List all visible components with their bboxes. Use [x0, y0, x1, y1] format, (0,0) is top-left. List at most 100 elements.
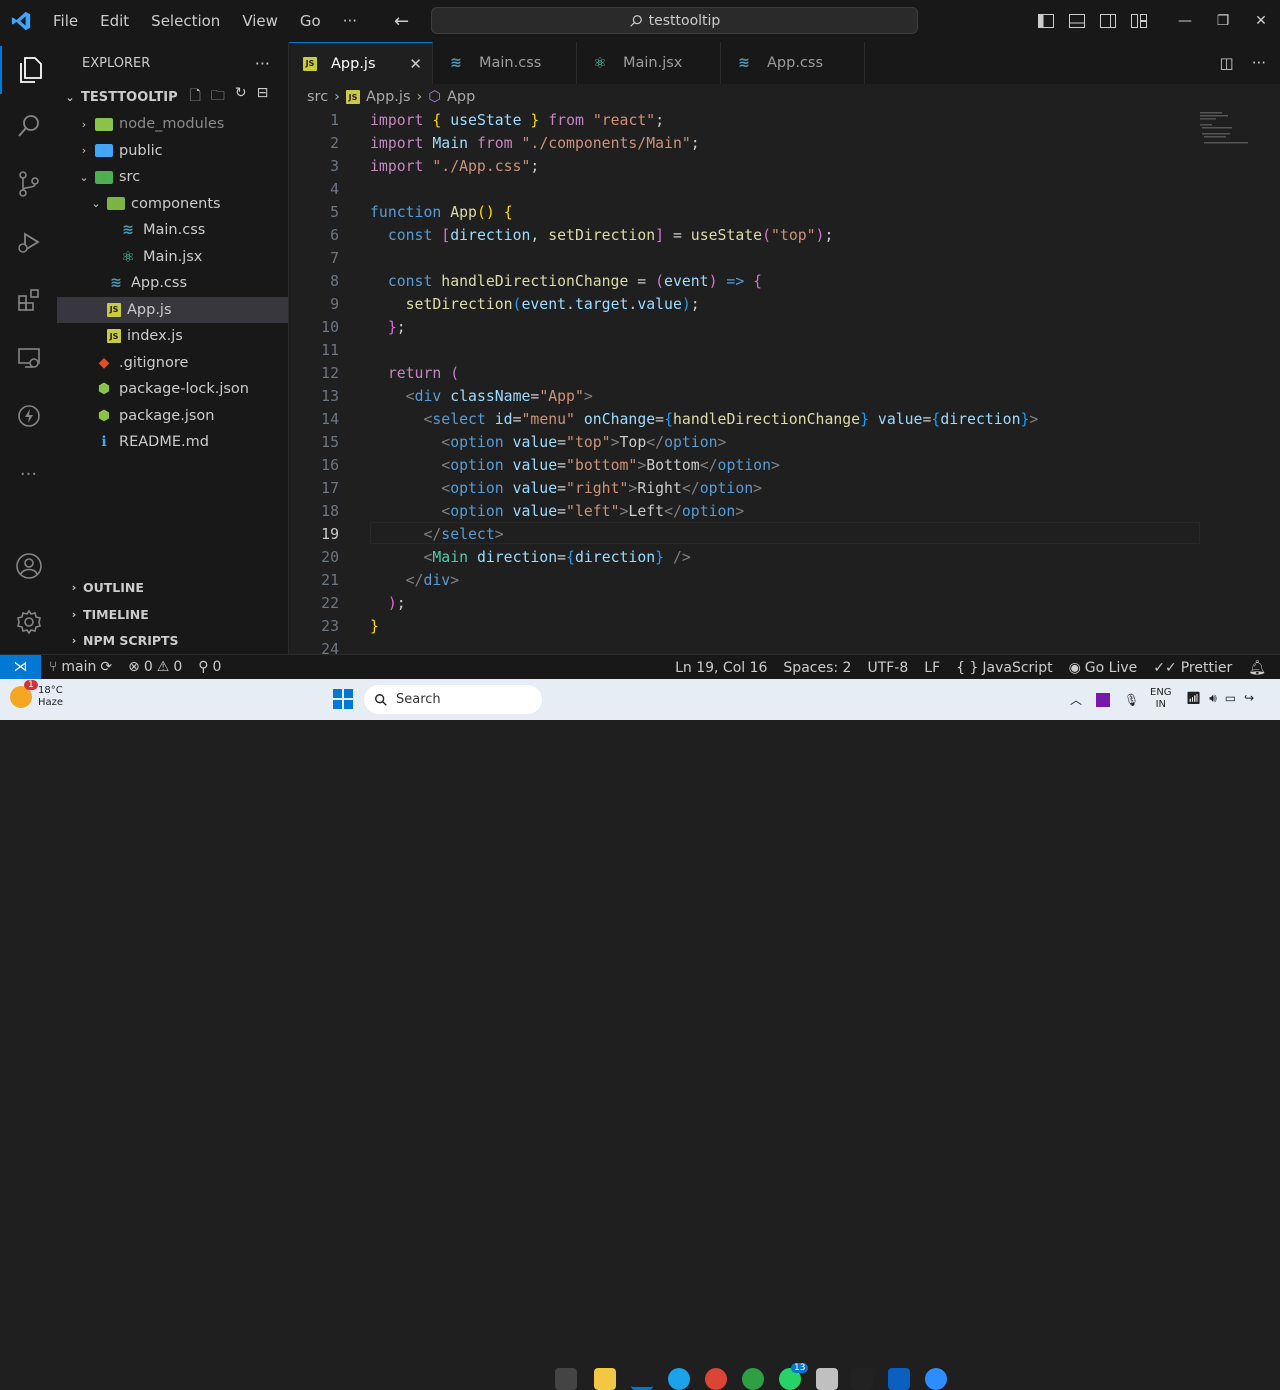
tree-item[interactable]: ⌄ src [57, 164, 288, 190]
wifi-icon[interactable]: 📶︎ [1186, 691, 1201, 706]
settings-app-icon[interactable] [816, 1368, 838, 1390]
tree-item[interactable]: ≋ App.css [57, 270, 288, 296]
terminal-icon[interactable] [851, 1368, 873, 1390]
tree-item[interactable]: ⬢ package.json [57, 403, 288, 429]
menu-file[interactable]: File [42, 12, 89, 30]
whatsapp-icon[interactable]: 13 [779, 1363, 809, 1390]
extensions-icon[interactable] [0, 276, 57, 324]
npm-scripts-section[interactable]: › NPM SCRIPTS [57, 627, 288, 653]
input-language[interactable]: ENG IN [1150, 687, 1172, 711]
tree-item[interactable]: › node_modules [57, 111, 288, 137]
encoding[interactable]: UTF-8 [859, 660, 916, 676]
app-icon[interactable] [742, 1368, 764, 1390]
cursor-position[interactable]: Ln 19, Col 16 [667, 660, 775, 676]
tree-item[interactable]: JS index.js [57, 323, 288, 349]
close-tab-icon[interactable]: ✕ [409, 55, 422, 73]
react-file-icon: ⚛ [121, 247, 135, 266]
breadcrumb-symbol[interactable]: App [447, 89, 475, 105]
menu-go[interactable]: Go [289, 12, 332, 30]
go-live-button[interactable]: ◉ Go Live [1061, 660, 1146, 676]
tab-main-jsx[interactable]: ⚛ Main.jsx [577, 42, 721, 84]
ports-status[interactable]: ⚲ 0 [190, 659, 229, 675]
indentation[interactable]: Spaces: 2 [775, 660, 859, 676]
source-control-icon[interactable] [0, 160, 57, 208]
remote-indicator-icon[interactable]: ⋊ [0, 654, 41, 680]
menu-more[interactable]: ··· [332, 12, 368, 30]
customize-layout-icon[interactable] [1123, 14, 1154, 28]
menu-selection[interactable]: Selection [140, 12, 231, 30]
tree-item[interactable]: JS App.js [57, 296, 288, 323]
thunder-client-icon[interactable] [0, 392, 57, 440]
chevron-down-icon: ⌄ [79, 170, 89, 184]
toggle-sidebar-icon[interactable] [1030, 14, 1061, 28]
onenote-icon[interactable] [1096, 692, 1111, 707]
tree-item[interactable]: ℹ README.md [57, 429, 288, 455]
explorer-more-icon[interactable]: ··· [255, 54, 270, 73]
outline-section[interactable]: › OUTLINE [57, 574, 288, 600]
battery-icon[interactable]: ▭ [1225, 691, 1236, 706]
tree-item[interactable]: ≋ Main.css [57, 217, 288, 243]
close-window-icon[interactable]: ✕ [1242, 13, 1280, 29]
restore-icon[interactable]: ❐ [1204, 13, 1242, 29]
language-mode[interactable]: { } JavaScript [948, 660, 1060, 676]
volume-icon[interactable]: 🔊︎ [1209, 691, 1217, 706]
remote-explorer-icon[interactable] [0, 334, 57, 382]
start-windows-icon[interactable] [333, 689, 353, 709]
run-debug-icon[interactable] [0, 218, 57, 266]
minimap[interactable] [1200, 110, 1250, 150]
line-ending[interactable]: LF [916, 660, 948, 676]
edge-icon[interactable] [668, 1368, 690, 1390]
tree-item[interactable]: ◆ .gitignore [57, 350, 288, 376]
search-view-icon[interactable] [0, 102, 57, 150]
code-editor[interactable]: 1 2 3 4 5 6 7 8 9 10 11 12 13 14 15 16 17 18 19 20 21 22 23 24 … [289, 110, 1280, 658]
branch-status[interactable]: ⑂ main ⟳ [41, 659, 120, 675]
task-view-icon[interactable] [555, 1368, 577, 1390]
tree-item[interactable]: ⚛ Main.jsx [57, 244, 288, 270]
chevron-up-icon[interactable]: ︿ [1070, 691, 1082, 708]
sync-icon: ⟳ [100, 659, 113, 675]
tab-app-css[interactable]: ≋ App.css [721, 42, 865, 84]
toggle-secondary-sidebar-icon[interactable] [1092, 14, 1123, 28]
project-header[interactable]: ⌄ TESTTOOLTIP 🗋 🗀 ↻ ⊟ [57, 84, 288, 110]
tree-item[interactable]: ⬢ package-lock.json [57, 376, 288, 402]
vscode-taskbar-icon[interactable] [631, 1368, 653, 1390]
line-number: 10 [321, 319, 339, 336]
symbol-icon: ⬡ [428, 89, 441, 105]
lang-secondary: IN [1155, 699, 1166, 710]
refresh-icon[interactable]: ↻ [235, 85, 247, 109]
problems-status[interactable]: ⊗ 0 ⚠ 0 [120, 659, 190, 675]
microphone-icon[interactable]: 🎙︎ [1124, 693, 1139, 707]
meeting-app-icon[interactable] [925, 1368, 947, 1390]
new-file-icon[interactable]: 🗋 [190, 85, 201, 109]
timeline-section[interactable]: › TIMELINE [57, 601, 288, 627]
tab-app-js[interactable]: JS App.js ✕ [289, 42, 433, 84]
breadcrumb-src[interactable]: src [307, 89, 328, 105]
back-arrow-icon[interactable]: ← [394, 11, 409, 32]
chrome-icon[interactable] [705, 1368, 727, 1390]
tree-item-label: src [119, 169, 141, 185]
tree-item[interactable]: › public [57, 138, 288, 164]
breadcrumb-file[interactable]: App.js [366, 89, 411, 105]
editor-more-icon[interactable]: ··· [1252, 54, 1266, 72]
minimize-icon[interactable]: — [1166, 13, 1204, 29]
sign-in-icon[interactable]: ↪ [1244, 691, 1254, 706]
file-explorer-icon[interactable] [594, 1368, 616, 1390]
weather-widget[interactable]: 1 18°C Haze [10, 680, 63, 709]
menu-edit[interactable]: Edit [89, 12, 140, 30]
tab-main-css[interactable]: ≋ Main.css [433, 42, 577, 84]
account-icon[interactable] [0, 542, 57, 590]
settings-gear-icon[interactable] [0, 598, 57, 646]
menu-view[interactable]: View [231, 12, 289, 30]
tree-item[interactable]: ⌄ components [57, 191, 288, 217]
command-center-search[interactable]: testtooltip [431, 7, 918, 34]
new-folder-icon[interactable]: 🗀 [211, 85, 225, 109]
taskbar-search[interactable]: Search [364, 685, 542, 714]
prettier-status[interactable]: ✓✓ Prettier [1145, 660, 1240, 676]
explorer-icon[interactable] [0, 46, 57, 94]
collapse-all-icon[interactable]: ⊟ [257, 85, 269, 109]
more-views-icon[interactable]: ··· [0, 450, 57, 498]
toggle-panel-icon[interactable] [1061, 14, 1092, 28]
split-editor-icon[interactable]: ◫ [1220, 54, 1234, 72]
notifications-bell-icon[interactable]: 🔔︎ [1240, 660, 1280, 676]
store-icon[interactable] [888, 1368, 910, 1390]
